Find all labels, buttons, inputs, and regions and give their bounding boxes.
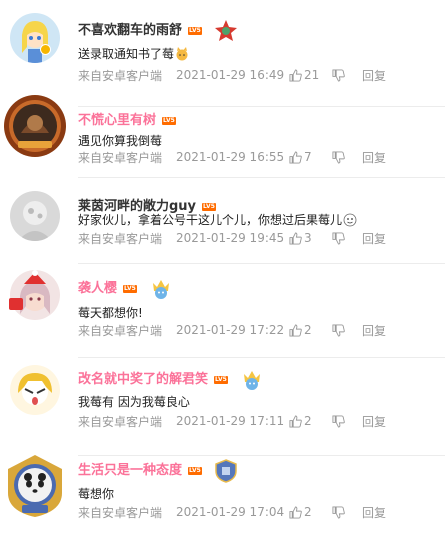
comment-item: 袭人樱 LV5 莓天都想你! 来自安卓客户端 2021-01-29 17:22 …	[0, 254, 445, 361]
avatar[interactable]	[2, 453, 68, 519]
like-button[interactable]: 7	[289, 150, 332, 164]
level-badge: LV5	[188, 467, 202, 475]
reply-button[interactable]: 回复	[362, 230, 386, 247]
source-label: 来自安卓客户端	[78, 323, 163, 338]
level-badge: LV5	[188, 27, 202, 35]
comment-text: 莓天都想你!	[78, 306, 143, 320]
dislike-button[interactable]	[332, 414, 362, 428]
source-label: 来自安卓客户端	[78, 414, 163, 429]
thumbs-up-icon	[289, 231, 302, 245]
like-count: 2	[304, 414, 312, 428]
crown-cat-icon	[149, 277, 173, 301]
like-button[interactable]: 2	[289, 414, 332, 428]
username[interactable]: 改名就中奖了的解君笑	[78, 371, 208, 389]
timestamp: 2021-01-29 17:04	[176, 505, 285, 519]
comment-text: 我莓有 因为我莓良心	[78, 395, 190, 409]
thumbs-down-icon	[332, 68, 345, 82]
timestamp: 2021-01-29 17:11	[176, 414, 285, 428]
shield-emblem-icon	[214, 459, 238, 483]
avatar[interactable]	[10, 191, 60, 241]
thumbs-up-icon	[289, 68, 302, 82]
thumbs-up-icon	[289, 323, 302, 337]
comment-item: 生活只是一种态度 LV5 莓想你 来自安卓客户端 2021-01-29 17:0…	[0, 445, 445, 535]
comment-item: 不慌心里有树 LV5 遇见你算我倒莓 来自安卓客户端 2021-01-29 16…	[0, 86, 445, 193]
face-emoji-icon	[343, 213, 357, 227]
avatar[interactable]	[10, 13, 60, 63]
star-emblem-icon	[214, 19, 238, 43]
reply-button[interactable]: 回复	[362, 413, 386, 430]
source-label: 来自安卓客户端	[78, 231, 163, 246]
thumbs-up-icon	[289, 150, 302, 164]
cat-emoji-icon	[175, 47, 189, 61]
dislike-button[interactable]	[332, 505, 362, 519]
dislike-button[interactable]	[332, 323, 362, 337]
like-count: 21	[304, 68, 320, 82]
level-badge: LV5	[123, 285, 137, 293]
reply-button[interactable]: 回复	[362, 504, 386, 521]
avatar-image	[10, 191, 60, 241]
reply-button[interactable]: 回复	[362, 322, 386, 339]
source-label: 来自安卓客户端	[78, 150, 163, 165]
username[interactable]: 不喜欢翻车的雨舒	[78, 22, 182, 40]
level-badge: LV5	[162, 117, 176, 125]
timestamp: 2021-01-29 16:55	[176, 150, 285, 164]
comment-text: 遇见你算我倒莓	[78, 134, 163, 148]
username[interactable]: 生活只是一种态度	[78, 462, 182, 480]
level-badge: LV5	[202, 203, 216, 211]
like-count: 7	[304, 150, 312, 164]
like-button[interactable]: 2	[289, 505, 332, 519]
like-button[interactable]: 2	[289, 323, 332, 337]
verified-icon	[40, 44, 51, 55]
source-label: 来自安卓客户端	[78, 505, 163, 520]
thumbs-down-icon	[332, 414, 345, 428]
like-button[interactable]: 3	[289, 231, 332, 245]
like-count: 2	[304, 323, 312, 337]
avatar-image	[4, 95, 66, 157]
comment-text: 莓想你	[78, 487, 115, 501]
dislike-button[interactable]	[332, 150, 362, 164]
like-count: 3	[304, 231, 312, 245]
avatar[interactable]	[10, 270, 60, 320]
thumbs-down-icon	[332, 150, 345, 164]
username[interactable]: 袭人樱	[78, 280, 117, 298]
comment-text: 送录取通知书了莓	[78, 47, 175, 61]
timestamp: 2021-01-29 19:45	[176, 231, 285, 245]
comment-text: 好家伙儿，拿着公号干这儿个儿，你想过后果莓儿	[78, 213, 343, 227]
like-button[interactable]: 21	[289, 68, 332, 82]
avatar-image	[10, 365, 60, 415]
thumbs-up-icon	[289, 505, 302, 519]
timestamp: 2021-01-29 16:49	[176, 68, 285, 82]
crown-cat-icon	[240, 368, 264, 392]
avatar[interactable]	[2, 93, 68, 159]
avatar-image	[10, 13, 60, 63]
avatar-image	[10, 270, 60, 320]
level-badge: LV5	[214, 376, 228, 384]
thumbs-down-icon	[332, 231, 345, 245]
dislike-button[interactable]	[332, 231, 362, 245]
like-count: 2	[304, 505, 312, 519]
gift-icon	[9, 298, 23, 310]
avatar-image	[8, 455, 62, 517]
avatar[interactable]	[10, 365, 60, 415]
thumbs-down-icon	[332, 323, 345, 337]
reply-button[interactable]: 回复	[362, 149, 386, 166]
timestamp: 2021-01-29 17:22	[176, 323, 285, 337]
username[interactable]: 不慌心里有树	[78, 112, 156, 130]
source-label: 来自安卓客户端	[78, 68, 163, 83]
reply-button[interactable]: 回复	[362, 67, 386, 84]
thumbs-up-icon	[289, 414, 302, 428]
thumbs-down-icon	[332, 505, 345, 519]
dislike-button[interactable]	[332, 68, 362, 82]
